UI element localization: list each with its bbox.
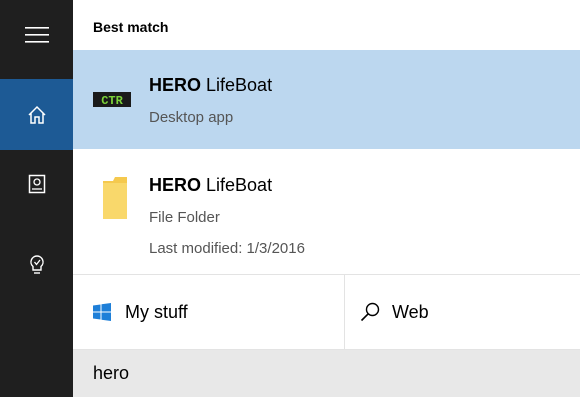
result-title-bold: HERO [149,75,202,95]
hamburger-icon [24,27,49,43]
notebook-icon [28,174,45,194]
search-icon [360,302,380,322]
folder-icon [103,177,127,219]
result-subtitle: File Folder [149,209,220,226]
notebook-button[interactable] [0,159,73,209]
search-box [73,350,580,397]
web-button[interactable]: Web [346,275,580,349]
menu-button[interactable] [0,10,73,60]
result-subtitle: Desktop app [149,109,234,126]
windows-logo-icon [93,303,111,321]
svg-text:CTR: CTR [101,94,123,107]
result-title-rest: LifeBoat [201,75,273,95]
result-title: HERO LifeBoat [149,175,272,196]
reminders-button[interactable] [0,240,73,290]
my-stuff-button[interactable]: My stuff [73,275,345,349]
result-title-rest: LifeBoat [201,175,273,195]
home-icon [27,105,46,124]
filter-bar: My stuff Web [73,274,580,350]
best-match-header: Best match [93,19,169,35]
cortana-sidebar [0,0,73,397]
result-title: HERO LifeBoat [149,75,272,96]
home-button[interactable] [0,79,73,150]
result-last-modified: Last modified: 1/3/2016 [149,240,305,257]
result-hero-lifeboat-app[interactable]: CTR HERO LifeBoat Desktop app [73,50,580,149]
results-panel: Best match CTR HERO LifeBoat Desktop app… [73,0,580,397]
my-stuff-label: My stuff [125,301,188,322]
result-title-bold: HERO [149,175,202,195]
web-label: Web [392,301,429,322]
ctr-app-icon: CTR [93,92,131,107]
lightbulb-icon [29,255,44,274]
result-hero-lifeboat-folder[interactable]: HERO LifeBoat File Folder Last modified:… [73,150,580,274]
search-input[interactable] [73,350,580,397]
